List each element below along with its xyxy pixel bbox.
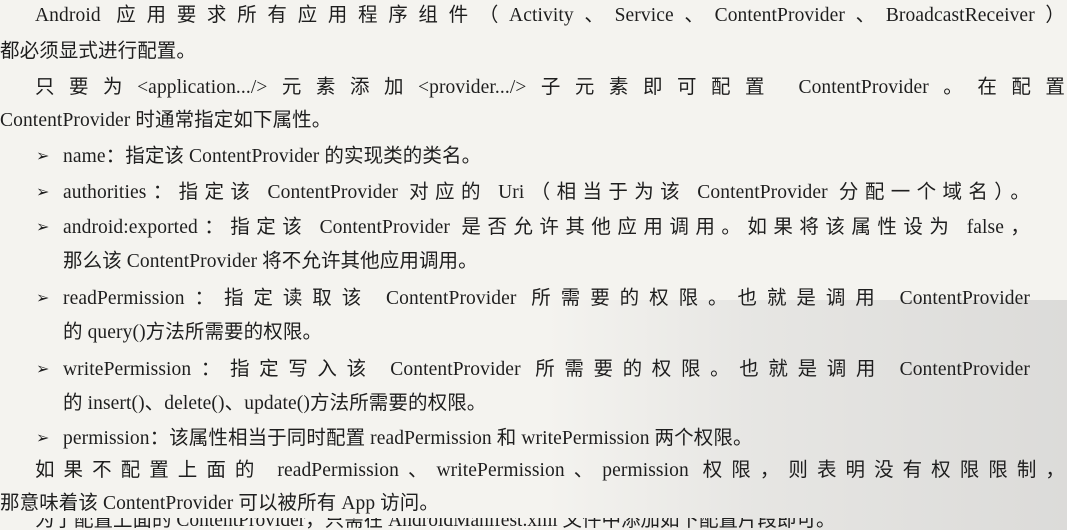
paragraph-1-line-1-text: Android 应用要求所有应用程序组件（Activity、Service、Co… — [35, 5, 1065, 26]
bullet-6-text: permission：该属性相当于同时配置 readPermission 和 w… — [63, 428, 753, 449]
document-page: Android 应用要求所有应用程序组件（Activity、Service、Co… — [0, 0, 1067, 530]
cut-off-line: 为了配置上面的 ContentProvider，只需在 AndroidManif… — [0, 518, 1067, 530]
paragraph-2-line-1: 只要为<application.../>元素添加<provider.../>子元… — [35, 75, 1065, 101]
paragraph-2-line-1-text: 只要为<application.../>元素添加<provider.../>子元… — [35, 77, 1065, 98]
bullet-5-line-1-text: writePermission：指定写入该 ContentProvider 所需… — [63, 359, 1030, 380]
bullet-3-line-2: 那么该 ContentProvider 将不允许其他应用调用。 — [63, 251, 478, 272]
closing-paragraph-line-1-text: 如果不配置上面的 readPermission、writePermission、… — [35, 460, 1065, 481]
bullet-arrow-icon: ➢ — [36, 184, 50, 201]
closing-paragraph-line-2: 那意味着该 ContentProvider 可以被所有 App 访问。 — [0, 493, 439, 514]
bullet-arrow-icon: ➢ — [36, 290, 50, 307]
bullet-arrow-icon: ➢ — [36, 430, 50, 447]
bullet-arrow-icon: ➢ — [36, 148, 50, 165]
bullet-4-line-1: readPermission：指定读取该 ContentProvider 所需要… — [63, 286, 1030, 312]
bullet-3-line-1-text: android:exported：指定该 ContentProvider 是否允… — [63, 217, 1030, 238]
paragraph-1-line-1: Android 应用要求所有应用程序组件（Activity、Service、Co… — [35, 3, 1065, 29]
bullet-3-line-1: android:exported：指定该 ContentProvider 是否允… — [63, 215, 1030, 241]
closing-paragraph-line-1: 如果不配置上面的 readPermission、writePermission、… — [35, 458, 1065, 484]
bullet-2-line-1-text: authorities：指定该 ContentProvider 对应的 Uri（… — [63, 182, 1030, 203]
bullet-4-line-1-text: readPermission：指定读取该 ContentProvider 所需要… — [63, 288, 1030, 309]
bullet-5-line-2: 的 insert()、delete()、update()方法所需要的权限。 — [63, 393, 487, 414]
paragraph-2-line-2: ContentProvider 时通常指定如下属性。 — [0, 110, 332, 131]
paragraph-1-line-2: 都必须显式进行配置。 — [0, 41, 197, 62]
bullet-4-line-2: 的 query()方法所需要的权限。 — [63, 322, 323, 343]
cut-off-line-text: 为了配置上面的 ContentProvider，只需在 AndroidManif… — [35, 518, 836, 530]
print-through-shadow — [547, 300, 1067, 530]
bullet-5-line-1: writePermission：指定写入该 ContentProvider 所需… — [63, 357, 1030, 383]
bullet-2-line-1: authorities：指定该 ContentProvider 对应的 Uri（… — [63, 180, 1030, 206]
bullet-arrow-icon: ➢ — [36, 219, 50, 236]
bullet-arrow-icon: ➢ — [36, 361, 50, 378]
bullet-1-text: name：指定该 ContentProvider 的实现类的类名。 — [63, 146, 482, 167]
